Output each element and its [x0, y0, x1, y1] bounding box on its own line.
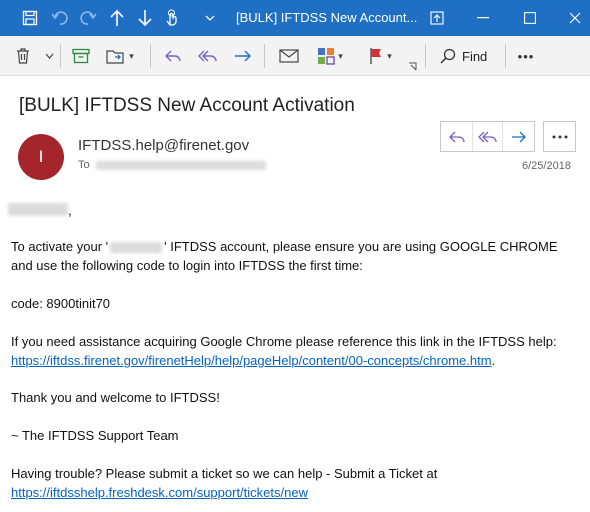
down-arrow-icon[interactable] [131, 0, 159, 36]
redacted-username [110, 242, 163, 254]
title-bar: [BULK] IFTDSS New Account... [0, 0, 590, 36]
greeting-comma: , [68, 203, 72, 218]
categorize-button[interactable]: ▾ [310, 36, 350, 76]
more-actions-button[interactable] [543, 121, 576, 152]
categorize-icon [318, 48, 335, 65]
activation-text-a: To activate your ' [11, 239, 109, 254]
reply-icon [165, 50, 181, 62]
activation-line-2: and use the following code to login into… [11, 258, 363, 273]
activation-code: code: 8900tinit70 [11, 296, 111, 311]
find-button[interactable]: Find [432, 36, 502, 76]
avatar[interactable]: I [18, 134, 64, 180]
activation-line-1: To activate your ' ' IFTDSS account, plea… [11, 239, 558, 254]
flag-icon [370, 48, 382, 64]
reply-button[interactable] [158, 36, 188, 76]
maximize-icon[interactable] [507, 0, 553, 36]
mark-unread-button[interactable] [272, 36, 306, 76]
envelope-icon [279, 49, 299, 63]
ribbon-divider [505, 44, 506, 68]
save-icon[interactable] [16, 0, 44, 36]
redacted-recipient-name [8, 203, 68, 216]
move-to-folder-icon [106, 50, 124, 64]
help-link-line: https://iftdss.firenet.gov/firenetHelp/h… [11, 353, 495, 368]
undo-icon[interactable] [46, 0, 74, 36]
sender-address[interactable]: IFTDSS.help@firenet.gov [78, 137, 249, 154]
forward-button[interactable] [503, 122, 534, 151]
archive-icon [72, 48, 90, 64]
activation-text-b: ' IFTDSS account, please ensure you are … [164, 239, 558, 254]
up-arrow-icon[interactable] [103, 0, 131, 36]
reply-actions-group [440, 121, 535, 152]
submit-ticket-link[interactable]: https://iftdsshelp.freshdesk.com/support… [11, 485, 308, 500]
archive-button[interactable] [65, 36, 97, 76]
ribbon-divider [60, 44, 61, 68]
customize-qat-icon[interactable] [196, 0, 224, 36]
group-launcher-icon[interactable] [405, 58, 419, 74]
redo-icon[interactable] [74, 0, 102, 36]
window-title: [BULK] IFTDSS New Account... [236, 10, 418, 25]
redacted-recipient [96, 161, 266, 170]
ribbon-toolbar: ▾ ▾ ▾ Find ••• [0, 36, 590, 76]
chevron-down-icon: ▾ [387, 50, 392, 61]
move-button[interactable]: ▾ [100, 36, 140, 76]
trouble-line: Having trouble? Please submit a ticket s… [11, 466, 438, 481]
search-icon [440, 48, 456, 64]
ticket-link-line: https://iftdsshelp.freshdesk.com/support… [11, 485, 308, 500]
ribbon-divider [425, 44, 426, 68]
received-date: 6/25/2018 [522, 160, 571, 172]
signoff-line: ~ The IFTDSS Support Team [11, 428, 179, 443]
reply-all-button[interactable] [192, 36, 224, 76]
chevron-down-icon: ▾ [338, 50, 343, 61]
ribbon-divider [150, 44, 151, 68]
trash-icon [17, 48, 29, 64]
more-icon [552, 135, 567, 138]
reply-all-icon [477, 131, 497, 142]
reply-button[interactable] [441, 122, 472, 151]
chevron-down-icon [45, 53, 53, 59]
reply-all-button[interactable] [472, 122, 503, 151]
forward-icon [511, 131, 526, 142]
flag-button[interactable]: ▾ [360, 36, 400, 76]
more-commands-button[interactable]: ••• [510, 36, 542, 76]
touch-mode-icon[interactable] [158, 0, 186, 36]
reply-icon [448, 131, 465, 142]
minimize-icon[interactable] [460, 0, 506, 36]
help-link-suffix: . [491, 353, 496, 368]
popout-icon[interactable] [414, 0, 460, 36]
help-line: If you need assistance acquiring Google … [11, 334, 557, 349]
delete-dropdown[interactable] [40, 36, 58, 76]
to-label: To [78, 159, 90, 171]
chrome-help-link[interactable]: https://iftdss.firenet.gov/firenetHelp/h… [11, 353, 492, 368]
delete-button[interactable] [6, 36, 40, 76]
email-subject: [BULK] IFTDSS New Account Activation [19, 95, 355, 116]
chevron-down-icon: ▾ [129, 50, 134, 61]
reply-all-icon [198, 50, 217, 62]
ribbon-divider [264, 44, 265, 68]
forward-icon [235, 50, 251, 62]
close-icon[interactable] [552, 0, 590, 36]
thanks-line: Thank you and welcome to IFTDSS! [11, 390, 220, 405]
forward-button[interactable] [228, 36, 258, 76]
find-label: Find [462, 48, 488, 64]
